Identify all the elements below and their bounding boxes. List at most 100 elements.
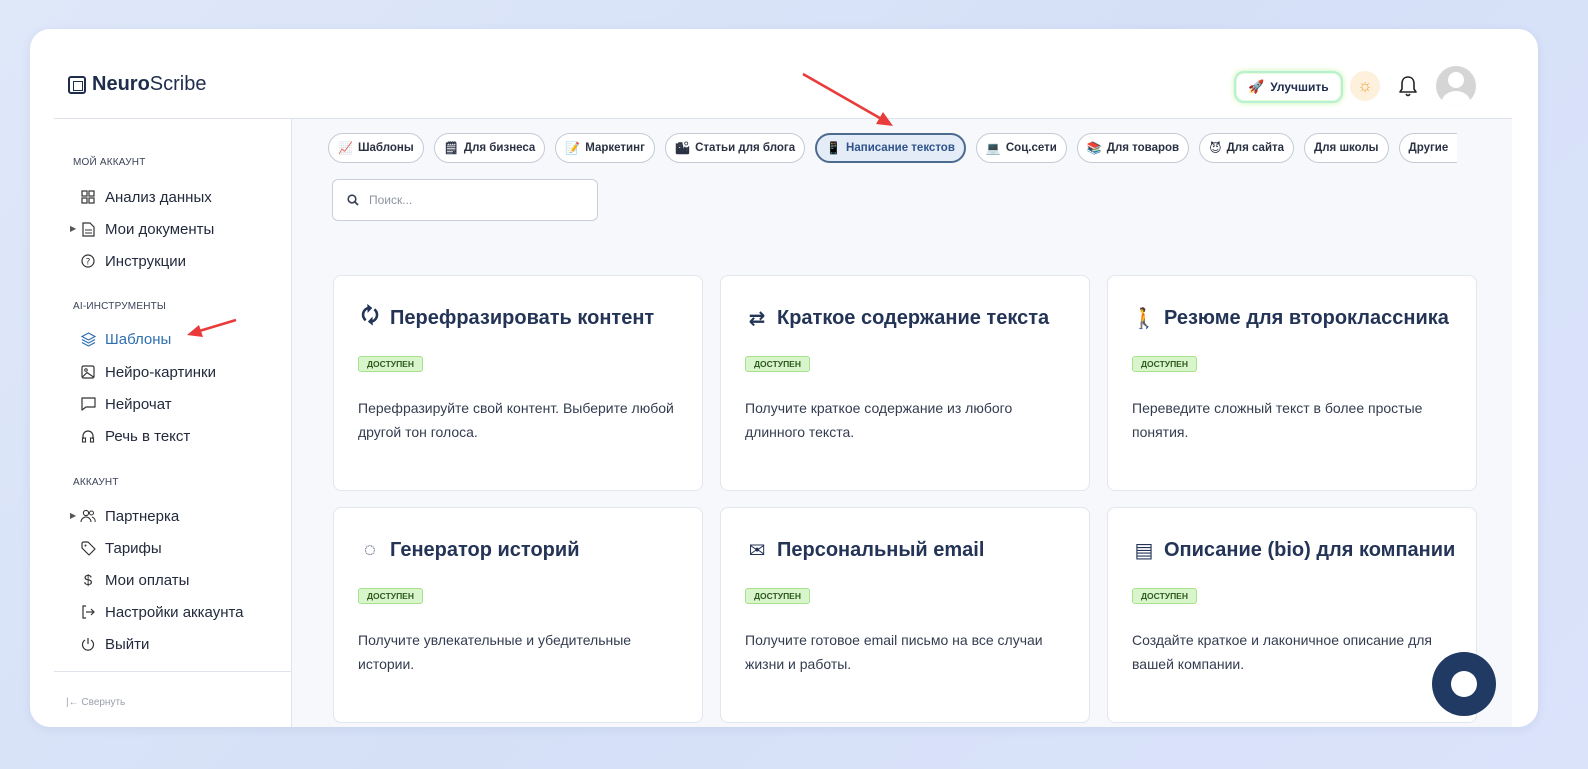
card-title: Перефразировать контент: [390, 306, 655, 329]
notepad-icon: 🗒: [443, 141, 459, 155]
card-title: Описание (bio) для компании: [1164, 538, 1456, 561]
arrows-icon: ⇄: [748, 307, 766, 330]
sidebar-item-label: Настройки аккаунта: [105, 603, 244, 621]
rocket-icon: 🚀: [1248, 79, 1265, 94]
card-description: Получите готовое email письмо на все слу…: [745, 632, 1043, 672]
sidebar-item-tariffs[interactable]: Тарифы: [80, 537, 162, 559]
collapse-icon: |←: [66, 697, 79, 708]
chip-school[interactable]: Для школы: [1304, 133, 1389, 163]
sidebar-item-neuro-images[interactable]: Нейро-картинки: [80, 361, 216, 383]
upgrade-label: Улучшить: [1270, 80, 1329, 94]
theme-toggle-button[interactable]: ☼: [1350, 71, 1380, 101]
power-icon: [80, 636, 96, 652]
sidebar-item-my-payments[interactable]: $ Мои оплаты: [80, 569, 190, 591]
sidebar-item-label: Нейро-картинки: [105, 363, 216, 381]
status-badge: ДОСТУПЕН: [358, 588, 423, 604]
tag-icon: [80, 540, 96, 556]
person-icon: 🚶: [1131, 307, 1157, 330]
chip-other[interactable]: Другие: [1398, 133, 1458, 163]
sidebar-item-label: Тарифы: [105, 539, 162, 557]
sidebar-item-my-documents[interactable]: ▶ Мои документы: [70, 218, 215, 240]
card-title: Резюме для второклассника: [1164, 306, 1449, 329]
chip-label: Статьи для блога: [695, 142, 796, 154]
sun-icon: ☼: [1357, 76, 1373, 95]
status-badge: ДОСТУПЕН: [745, 356, 810, 372]
chip-label: Написание текстов: [846, 142, 955, 154]
grid-icon: [80, 189, 96, 205]
card-title: Персональный email: [777, 538, 985, 561]
sidebar-item-data-analysis[interactable]: Анализ данных: [80, 186, 212, 208]
search-input[interactable]: [369, 193, 569, 207]
sidebar-item-instructions[interactable]: ? Инструкции: [80, 250, 186, 272]
card-description: Создайте краткое и лаконичное описание д…: [1132, 632, 1432, 672]
chip-blog-articles[interactable]: 🏙 Статьи для блога: [664, 133, 806, 163]
card-title: Краткое содержание текста: [777, 306, 1050, 329]
sidebar-item-partner[interactable]: ▶ Партнерка: [70, 505, 180, 527]
chip-website[interactable]: 😈 Для сайта: [1199, 133, 1295, 163]
search-icon: [347, 194, 359, 206]
devil-icon: 😈: [1209, 141, 1222, 155]
chat-icon: [80, 396, 96, 412]
sidebar-item-label: Инструкции: [105, 252, 187, 270]
chip-label: Другие: [1408, 142, 1449, 154]
sidebar-item-logout[interactable]: Выйти: [80, 633, 149, 655]
chip-products[interactable]: 📚 Для товаров: [1076, 133, 1190, 163]
user-avatar[interactable]: [1436, 66, 1476, 106]
card-description: Переведите сложный текст в более простые…: [1132, 400, 1423, 440]
caret-right-icon[interactable]: ▶: [70, 511, 76, 520]
chip-text-writing[interactable]: 📱 Написание текстов: [815, 133, 966, 163]
card-title: Генератор историй: [390, 538, 580, 561]
sidebar-item-templates[interactable]: Шаблоны: [80, 328, 171, 350]
search-box[interactable]: [332, 179, 598, 221]
sidebar-item-label: Мои документы: [105, 220, 215, 238]
collapse-sidebar-button[interactable]: |← Свернуть: [66, 697, 125, 708]
chat-bubble-icon: [1451, 671, 1477, 697]
sidebar: МОЙ АККАУНТ Анализ данных ▶ Мои документ…: [30, 119, 291, 727]
headphones-icon: [80, 428, 96, 444]
card-description: Получите краткое содержание из любого дл…: [745, 400, 1013, 440]
caret-right-icon[interactable]: ▶: [70, 224, 76, 233]
chat-widget-button[interactable]: [1432, 652, 1496, 716]
sidebar-item-label: Мои оплаты: [105, 571, 190, 589]
chip-label: Для товаров: [1106, 142, 1180, 154]
sidebar-item-label: Партнерка: [105, 507, 180, 525]
sidebar-item-label: Речь в текст: [105, 427, 191, 445]
template-card-company-bio[interactable]: ▤ Описание (bio) для компании ДОСТУПЕН Со…: [1107, 507, 1477, 723]
status-badge: ДОСТУПЕН: [1132, 588, 1197, 604]
brand-name-bold: Neuro: [92, 73, 150, 95]
sidebar-item-label: Выйти: [105, 635, 150, 653]
sidebar-item-neurochat[interactable]: Нейрочат: [80, 393, 172, 415]
template-card-summary[interactable]: ⇄ Краткое содержание текста ДОСТУПЕН Полу…: [720, 275, 1090, 491]
sidebar-section-ai-tools: AI-ИНСТРУМЕНТЫ: [73, 301, 166, 312]
svg-text:?: ?: [86, 258, 91, 268]
chip-marketing[interactable]: 📝 Маркетинг: [555, 133, 655, 163]
logo-icon: [68, 75, 86, 94]
sidebar-item-speech-to-text[interactable]: Речь в текст: [80, 425, 190, 447]
chip-label: Маркетинг: [585, 142, 645, 154]
status-badge: ДОСТУПЕН: [745, 588, 810, 604]
bell-icon[interactable]: [1397, 74, 1419, 98]
chip-label: Для сайта: [1226, 142, 1285, 154]
chip-label: Шаблоны: [357, 142, 414, 154]
sidebar-section-my-account: МОЙ АККАУНТ: [73, 157, 146, 168]
card-description: Перефразируйте свой контент. Выберите лю…: [358, 400, 674, 440]
log-in-icon: [80, 604, 96, 620]
sidebar-item-account-settings[interactable]: Настройки аккаунта: [80, 601, 244, 623]
template-card-second-grader[interactable]: 🚶 Резюме для второклассника ДОСТУПЕН Пере…: [1107, 275, 1477, 491]
template-card-story-generator[interactable]: ◌ Генератор историй ДОСТУПЕН Получите увл…: [333, 507, 703, 723]
chip-business[interactable]: 🗒 Для бизнеса: [433, 133, 546, 163]
document-icon: ▤: [1134, 539, 1154, 562]
sidebar-bottom-divider: [54, 671, 291, 672]
template-card-paraphrase[interactable]: 🗘 Перефразировать контент ДОСТУПЕН Перефр…: [333, 275, 703, 491]
chip-social[interactable]: 💻 Соц.сети: [975, 133, 1067, 163]
upgrade-button[interactable]: 🚀 Улучшить: [1234, 71, 1343, 103]
main-content: 📈 Шаблоны 🗒 Для бизнеса 📝 Маркетинг 🏙 Статьи…: [292, 119, 1512, 727]
category-chips: 📈 Шаблоны 🗒 Для бизнеса 📝 Маркетинг 🏙 Статьи…: [328, 133, 1458, 163]
collapse-label: Свернуть: [81, 697, 126, 708]
template-card-personal-email[interactable]: ✉ Персональный email ДОСТУПЕН Получите го…: [720, 507, 1090, 723]
sidebar-item-label: Нейрочат: [105, 395, 172, 413]
brand-logo[interactable]: NeuroScribe: [68, 73, 207, 96]
status-badge: ДОСТУПЕН: [1132, 356, 1197, 372]
chip-templates[interactable]: 📈 Шаблоны: [328, 133, 424, 163]
users-icon: [80, 508, 96, 524]
